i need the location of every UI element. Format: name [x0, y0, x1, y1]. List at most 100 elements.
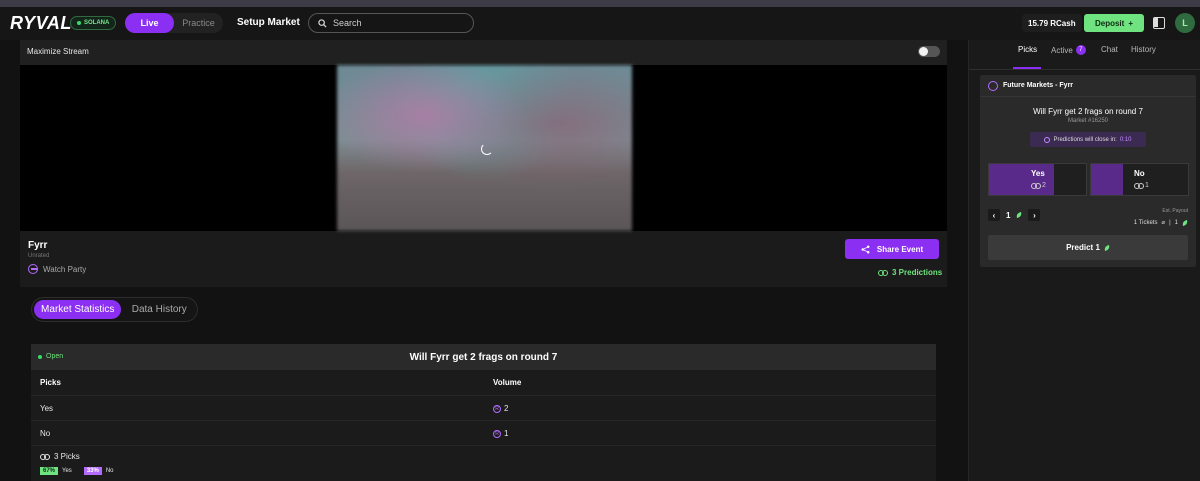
table-row: Yes R 2: [31, 395, 936, 420]
est-payout-values: 1 Tickets ⌀ | 1: [1133, 219, 1189, 226]
watch-party[interactable]: Watch Party: [28, 264, 86, 274]
share-event-button[interactable]: Share Event: [845, 239, 939, 259]
volume-cell: R 1: [493, 429, 508, 438]
predictions-count: 3 Predictions: [878, 268, 942, 277]
no-percent-badge: 33%: [83, 467, 102, 475]
choice-no-fill: [1091, 164, 1123, 195]
users-icon: [878, 269, 888, 276]
choice-yes-label: Yes: [1031, 169, 1045, 178]
tab-active-label: Active: [1051, 45, 1073, 55]
predict-label: Predict 1: [1066, 243, 1100, 252]
practice-mode-button[interactable]: Practice: [174, 13, 223, 33]
choice-yes-button[interactable]: Yes 2: [988, 163, 1087, 196]
clock-icon: [1044, 136, 1051, 143]
loading-spinner-icon: [481, 143, 493, 155]
increment-chevron-right-icon[interactable]: ›: [1028, 209, 1041, 221]
search-box[interactable]: [308, 13, 474, 33]
market-card-title: Future Markets - Fyrr: [1003, 82, 1074, 89]
market-table-header: Open Will Fyrr get 2 frags on round 7: [31, 344, 936, 370]
ticket-icon: ⌀: [1161, 220, 1166, 226]
decrement-chevron-left-icon[interactable]: ‹: [988, 209, 1000, 221]
user-avatar[interactable]: L: [1175, 13, 1195, 33]
choice-no-count-value: 1: [1145, 182, 1149, 189]
watch-party-icon: [28, 264, 38, 274]
volume-column-header: Volume: [493, 378, 522, 387]
volume-cell: R 2: [493, 404, 508, 413]
rcash-leaf-icon: [1181, 219, 1189, 226]
timer-label: Predictions will close in:: [1053, 136, 1117, 143]
choice-yes-count: 2: [1031, 182, 1046, 189]
browser-top-strip: [0, 0, 1200, 7]
choice-yes-count-value: 2: [1042, 182, 1046, 189]
active-count-badge: 7: [1075, 45, 1086, 55]
mode-toggle: Live Practice: [125, 13, 223, 33]
market-question: Will Fyrr get 2 frags on round 7: [1033, 107, 1143, 116]
deposit-label: Deposit: [1094, 18, 1125, 28]
market-title: Will Fyrr get 2 frags on round 7: [409, 352, 558, 363]
close-timer: Predictions will close in: 0:10: [1030, 132, 1146, 147]
yes-percent-label: Yes: [62, 468, 72, 474]
table-footer-row: [31, 445, 936, 481]
yes-percent-badge: 67%: [40, 467, 59, 475]
no-percent-label: No: [105, 468, 114, 474]
rcash-coin-icon: R: [493, 429, 501, 438]
chain-status-dot-icon: [77, 21, 81, 25]
choice-no-button[interactable]: No 1: [1090, 163, 1189, 196]
volume-value: 2: [504, 404, 509, 413]
stream-header: Maximize Stream: [20, 40, 947, 65]
pick-cell: No: [40, 429, 51, 438]
picks-summary-label: 3 Picks: [54, 452, 80, 461]
quantity-value: 1: [1006, 210, 1011, 220]
layout-toggle-icon[interactable]: [1153, 17, 1165, 29]
market-card-header: Future Markets - Fyrr: [980, 75, 1196, 97]
quantity-stepper: ‹ 1 ›: [988, 209, 1041, 221]
live-mode-button[interactable]: Live: [125, 13, 174, 33]
rcash-coin-icon: R: [493, 404, 501, 413]
separator: |: [1169, 219, 1171, 226]
market-id: Market #16250: [1067, 118, 1109, 124]
market-statistics-table: Open Will Fyrr get 2 frags on round 7 Pi…: [31, 344, 936, 481]
users-icon: [40, 453, 50, 460]
rcash-leaf-icon: [1103, 244, 1111, 251]
tab-picks[interactable]: Picks: [1018, 45, 1037, 54]
chain-badge[interactable]: SOLANA: [70, 16, 117, 30]
picks-percentages: 67% Yes 33% No: [40, 467, 114, 475]
payout-value: 1: [1174, 219, 1178, 226]
deposit-button[interactable]: Deposit +: [1084, 14, 1144, 32]
maximize-stream-label: Maximize Stream: [27, 47, 89, 56]
streamer-rating: Unrated: [28, 253, 50, 259]
share-icon: [861, 245, 870, 253]
top-navbar: RYVAL SOLANA Live Practice Setup Market …: [0, 7, 1200, 40]
share-event-label: Share Event: [876, 244, 924, 254]
timer-value: 0:10: [1119, 136, 1132, 143]
search-icon: [318, 18, 327, 28]
table-row: No R 1: [31, 420, 936, 445]
pick-cell: Yes: [40, 404, 54, 413]
picks-column-header: Picks: [40, 378, 61, 387]
predict-button[interactable]: Predict 1: [988, 235, 1188, 260]
tab-chat[interactable]: Chat: [1101, 45, 1118, 54]
future-market-card: Future Markets - Fyrr Will Fyrr get 2 fr…: [980, 75, 1196, 267]
right-panel: Picks Active 7 Chat History Future Marke…: [968, 40, 1200, 481]
tab-data-history[interactable]: Data History: [121, 300, 197, 319]
choice-no-count: 1: [1134, 182, 1149, 189]
video-player[interactable]: [20, 65, 947, 231]
volume-value: 1: [504, 429, 509, 438]
search-input[interactable]: [333, 18, 463, 28]
ryval-logo[interactable]: RYVAL: [10, 13, 72, 34]
tab-market-statistics[interactable]: Market Statistics: [34, 300, 122, 319]
rcash-balance[interactable]: 15.79 RCash: [1022, 14, 1082, 32]
choice-no-label: No: [1134, 169, 1145, 178]
chain-label: SOLANA: [84, 20, 110, 26]
setup-market-link[interactable]: Setup Market: [237, 17, 300, 28]
tickets-count: 1 Tickets: [1133, 219, 1158, 226]
est-payout-label: Est. Payout: [1162, 208, 1188, 214]
maximize-stream-toggle[interactable]: [918, 46, 940, 57]
tab-history[interactable]: History: [1131, 45, 1156, 54]
users-icon: [1134, 182, 1144, 189]
stream-card: Maximize Stream Fyrr Unrated Watch Party…: [20, 40, 947, 287]
tab-active[interactable]: Active 7: [1051, 45, 1086, 55]
predictions-label: 3 Predictions: [892, 268, 943, 277]
streamer-name[interactable]: Fyrr: [28, 240, 47, 251]
rcash-leaf-icon: [1015, 211, 1024, 219]
